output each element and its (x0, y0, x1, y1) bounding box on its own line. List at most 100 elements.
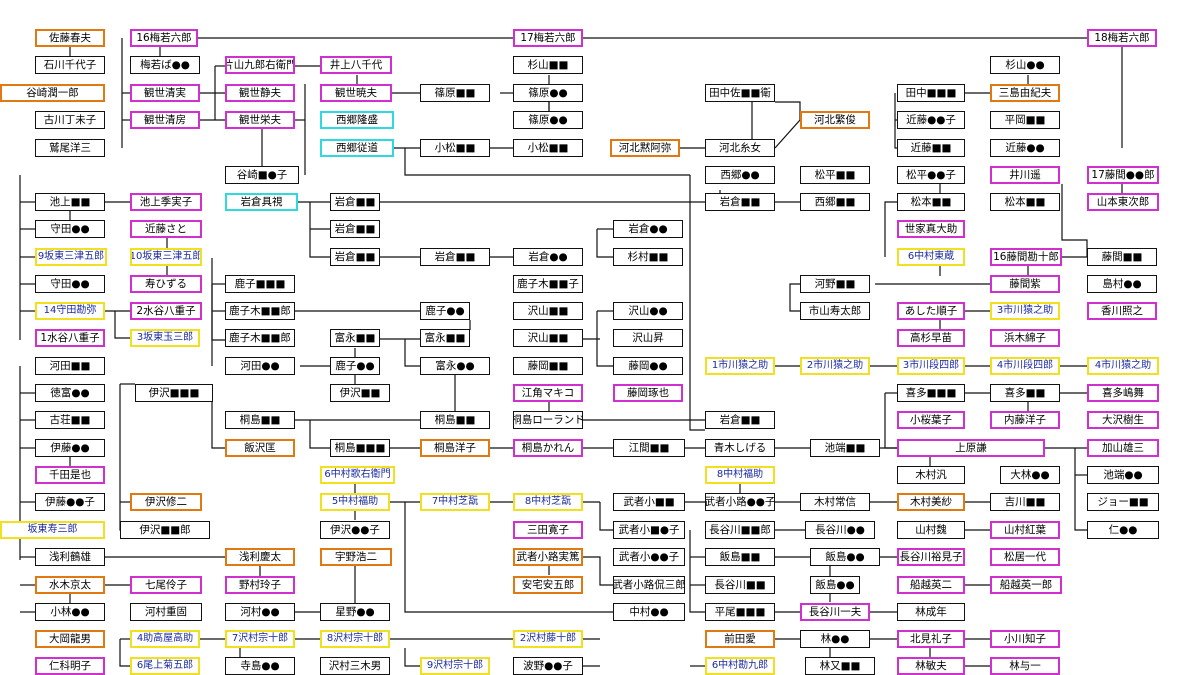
person-node: 7沢村宗十郎 (225, 630, 295, 648)
person-node: 8中村芝翫 (513, 493, 583, 511)
person-node: 1水谷八重子 (35, 329, 105, 347)
person-node: 守田●● (35, 275, 105, 293)
person-node: 伊沢■■ (330, 384, 390, 402)
person-node: 喜多■■■ (897, 384, 965, 402)
person-node: 野村玲子 (225, 576, 295, 594)
person-node: 山村魏 (897, 521, 965, 539)
person-node: 3市川段四郎 (897, 357, 965, 375)
person-node: ジョー■■ (1087, 493, 1159, 511)
person-node: 河村重固 (130, 603, 202, 621)
person-node: 前田愛 (705, 630, 775, 648)
person-node: 井川遥 (990, 166, 1060, 184)
person-node: 武者小■■ (613, 493, 685, 511)
person-node: 高杉早苗 (897, 329, 965, 347)
person-node: 9坂東三津五郎 (35, 248, 107, 266)
person-node: 飯沢匡 (225, 439, 295, 457)
person-node: 武者小■●子 (613, 521, 685, 539)
family-tree-diagram: 佐藤春夫 石川千代子 谷崎潤一郎 古川丁未子 鷲尾洋三 16梅若六郎 梅若ば●● 観世清実 観世… (0, 0, 1200, 675)
person-node: 沢村三木男 (320, 657, 390, 675)
person-node: 守田●● (35, 220, 105, 238)
person-node: 17藤間●●郎 (1087, 166, 1159, 184)
person-node: 長谷川裕見子 (897, 548, 965, 566)
person-node: 観世清房 (130, 111, 200, 129)
person-node: 5中村福助 (320, 493, 390, 511)
person-node: 田中佐■■衛 (705, 84, 775, 102)
person-node: 木村常信 (800, 493, 870, 511)
person-node: 鹿子木■■郎 (225, 302, 295, 320)
person-node: 6中村東蔵 (897, 248, 965, 266)
person-node: 林●● (800, 630, 870, 648)
person-node: 岩倉●● (613, 220, 683, 238)
person-node: 2沢村藤十郎 (513, 630, 583, 648)
person-node: 河田●● (225, 357, 295, 375)
person-node: 岩倉■■ (420, 248, 490, 266)
person-node: 藤間紫 (990, 275, 1060, 293)
person-node: 4市川猿之助 (1087, 357, 1159, 375)
person-node: 西郷隆盛 (320, 111, 394, 129)
person-node: 伊沢●●子 (320, 521, 390, 539)
person-node: 伊藤●●子 (35, 493, 105, 511)
person-node: 鹿子●● (420, 302, 470, 320)
person-node: 桐島■■■ (330, 439, 390, 457)
person-node: 林又■■ (805, 657, 875, 675)
person-node: 江角マキコ (513, 384, 583, 402)
person-node: 三島由紀夫 (990, 84, 1060, 102)
person-node: 古荘■■ (35, 411, 105, 429)
person-node: 篠原●● (513, 111, 583, 129)
person-node: 七尾伶子 (130, 576, 202, 594)
person-node: 3坂東玉三郎 (130, 329, 200, 347)
person-node: 藤岡●● (613, 357, 683, 375)
person-node: 岩倉■■ (330, 220, 380, 238)
person-node: 波野●●子 (513, 657, 583, 675)
person-node: 梅若ば●● (130, 56, 200, 74)
person-node: 田中■■■ (897, 84, 965, 102)
person-node: 飯島■■ (705, 548, 775, 566)
person-node: 山本東次郎 (1087, 193, 1159, 211)
person-node: 伊沢■■■ (135, 384, 213, 402)
person-node: 松平■■ (800, 166, 870, 184)
person-node: 観世栄夫 (225, 111, 295, 129)
person-node: 杉村■■ (613, 248, 683, 266)
person-node: 17梅若六郎 (513, 29, 583, 47)
person-node: 16藤間勘十郎 (990, 248, 1062, 266)
person-node: 大林●● (1000, 466, 1060, 484)
person-node: 谷崎■●子 (225, 166, 299, 184)
person-node: 世家真大助 (897, 220, 965, 238)
person-node: 松本■■ (990, 193, 1060, 211)
person-node: 林敏夫 (897, 657, 965, 675)
person-node: 沢山■■ (513, 329, 583, 347)
person-node: 平岡■■ (990, 111, 1060, 129)
person-node: 桐島かれん (513, 439, 583, 457)
person-node: 船越英一郎 (990, 576, 1062, 594)
person-node: 三田寛子 (513, 521, 583, 539)
person-node: 大岡龍男 (35, 630, 105, 648)
person-node: 岩倉■■ (330, 248, 380, 266)
person-node: 吉川■■ (990, 493, 1060, 511)
person-node: 松居一代 (990, 548, 1060, 566)
person-node: 桐島ローランド (513, 411, 583, 429)
person-node: 6中村歌右衛門 (320, 466, 395, 484)
person-node: 水木京太 (35, 576, 105, 594)
person-node: 武者小●●子 (613, 548, 685, 566)
person-node: 4市川段四郎 (990, 357, 1060, 375)
person-node: 市山寿太郎 (800, 302, 870, 320)
person-node: 谷崎潤一郎 (0, 84, 105, 102)
person-node: 14守田勘弥 (35, 302, 105, 320)
person-node: 大沢樹生 (1087, 411, 1159, 429)
person-node: 飯島●● (810, 548, 880, 566)
person-node: 徳富●● (35, 384, 105, 402)
person-node: あした順子 (897, 302, 965, 320)
person-node: 船越英二 (897, 576, 965, 594)
person-node: 杉山●● (990, 56, 1060, 74)
person-node: 杉山■■ (513, 56, 583, 74)
person-node: 河北繁俊 (800, 111, 870, 129)
person-node: 鹿子■■■ (225, 275, 295, 293)
person-node: 伊沢修二 (130, 493, 202, 511)
person-node: 林成年 (897, 603, 965, 621)
person-node: 河田■■ (35, 357, 105, 375)
person-node: 宇野浩二 (320, 548, 392, 566)
person-node: 松本■■ (897, 193, 965, 211)
person-node: 鹿子木■■子 (513, 275, 583, 293)
person-node: 香川照之 (1087, 302, 1157, 320)
person-node: 長谷川■■ (705, 576, 775, 594)
